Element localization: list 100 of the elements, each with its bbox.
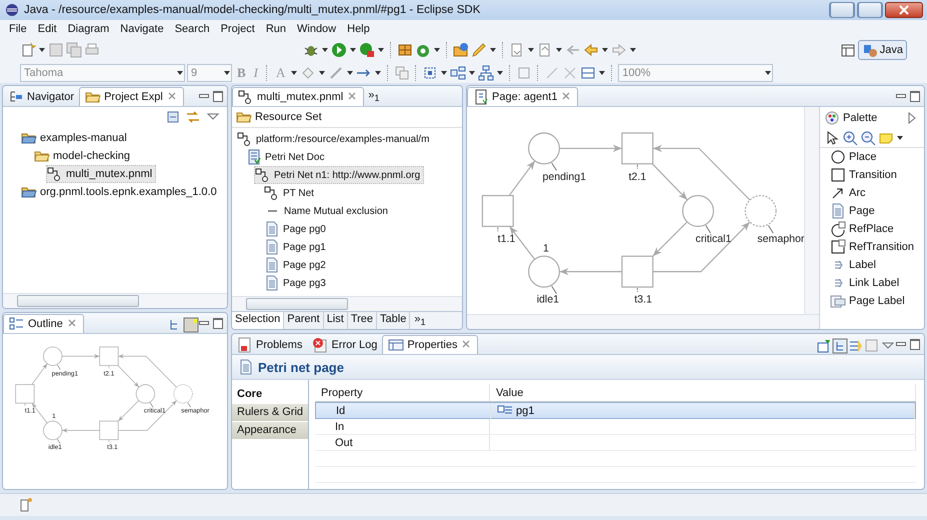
minimize-icon[interactable] — [896, 94, 906, 98]
view-tab[interactable]: Properties — [382, 335, 478, 354]
open-perspective-icon[interactable] — [840, 42, 856, 58]
tree-item[interactable]: PT Net — [263, 184, 318, 202]
palette-tool[interactable]: Transition — [820, 166, 924, 184]
column-header[interactable]: Value — [490, 384, 916, 401]
editor-tab[interactable]: multi_mutex.pnml — [232, 87, 364, 106]
view-tab[interactable]: Error Log — [307, 336, 382, 354]
maximize-icon[interactable] — [910, 90, 920, 102]
close-button[interactable] — [885, 2, 923, 18]
scrollbar[interactable] — [804, 107, 819, 314]
table-row[interactable]: Out — [315, 435, 916, 451]
palette-tool[interactable]: Arc — [820, 184, 924, 202]
page-tab[interactable]: Selection — [232, 312, 284, 329]
transition-node — [621, 132, 654, 164]
menu-item[interactable]: File — [4, 22, 32, 36]
minimize-button[interactable] — [829, 2, 855, 18]
view-tab[interactable]: Problems — [232, 336, 308, 354]
menu-item[interactable]: Run — [260, 22, 291, 36]
fill-color-icon[interactable] — [300, 64, 316, 80]
select-all-icon[interactable] — [422, 64, 438, 80]
page-icon — [264, 257, 280, 273]
filter-icon[interactable] — [848, 338, 864, 354]
fast-view-icon[interactable] — [18, 497, 34, 513]
menu-item[interactable]: Diagram — [62, 22, 114, 36]
java-perspective-button[interactable]: Java — [858, 40, 907, 60]
dash-icon — [268, 210, 277, 212]
palette-tool[interactable]: RefPlace — [820, 220, 924, 238]
section-tab[interactable]: Appearance — [232, 422, 308, 440]
menu-item[interactable]: Search — [170, 22, 215, 36]
tree-item[interactable]: Petri Net n1: http://www.pnml.org — [254, 166, 424, 184]
zoom-in-icon[interactable] — [842, 130, 858, 146]
tree-item[interactable]: multi_mutex.pnml — [46, 165, 156, 183]
menu-item[interactable]: Project — [216, 22, 260, 36]
more-tabs-link[interactable]: »$_{1}$ — [410, 313, 430, 328]
view-tab[interactable]: Outline — [3, 314, 84, 333]
page-tab[interactable]: Table — [377, 312, 410, 329]
palette-tool[interactable]: Page Label — [820, 292, 924, 310]
palette-tool[interactable]: Link Label — [820, 274, 924, 292]
tree-item[interactable]: Name Mutual exclusion — [263, 202, 392, 220]
maximize-icon[interactable] — [213, 318, 223, 328]
open-type-icon[interactable] — [452, 42, 469, 58]
petri-net-diagram[interactable]: pending1 t2.1 t1.1 critical1 semaphor idle1 1 t3.1 — [467, 107, 804, 314]
petri-net-icon — [237, 131, 253, 147]
leader-line — [57, 364, 61, 370]
line-color-icon[interactable] — [328, 64, 344, 80]
menu-item[interactable]: Window — [292, 22, 342, 36]
tree-item[interactable]: Page pg2 — [263, 256, 330, 274]
editor-tab[interactable]: Page: agent1 — [467, 87, 578, 106]
column-header[interactable]: Property — [315, 384, 490, 401]
tree-item[interactable]: Petri Net Doc — [245, 148, 328, 166]
table-row[interactable]: Id pg1 — [315, 402, 916, 419]
scrollbar[interactable] — [3, 293, 227, 308]
run-icon[interactable] — [330, 42, 347, 58]
section-tab[interactable]: Rulers & Grid — [232, 404, 308, 422]
menu-item[interactable]: Navigate — [115, 22, 169, 36]
palette-tool[interactable]: RefTransition — [820, 238, 924, 256]
page-tab[interactable]: List — [324, 312, 348, 329]
menu-item[interactable]: Edit — [32, 22, 62, 36]
palette-tool[interactable]: Place — [820, 148, 924, 166]
tree-item[interactable]: model-checking — [33, 147, 134, 165]
view-tab[interactable]: Navigator — [3, 88, 80, 106]
outline-icon — [9, 316, 25, 332]
tree-item[interactable]: platform:/resource/examples-manual/m — [236, 130, 434, 148]
leader-line — [636, 164, 638, 170]
tree-item[interactable]: Page pg3 — [263, 274, 330, 292]
tree-item[interactable]: org.pnml.tools.epnk.examples_1.0.0 — [20, 183, 221, 201]
minimize-icon[interactable] — [896, 342, 906, 346]
categories-icon[interactable] — [832, 338, 848, 354]
maximize-button[interactable] — [857, 2, 883, 18]
place-node — [136, 384, 156, 404]
tree-item[interactable]: Page pg1 — [263, 238, 330, 256]
align-icon[interactable] — [478, 64, 494, 80]
arc-arrow — [508, 160, 536, 196]
package-icon[interactable] — [396, 42, 413, 58]
pin-icon[interactable] — [816, 338, 832, 354]
overview-icon[interactable] — [183, 317, 199, 333]
collapse-all-icon[interactable] — [165, 109, 181, 125]
scrollbar[interactable] — [467, 314, 819, 329]
tree-item[interactable]: examples-manual — [20, 129, 131, 147]
square-icon — [830, 167, 846, 183]
line-width-icon[interactable] — [580, 64, 596, 80]
tree-item[interactable]: Page pg0 — [263, 220, 330, 238]
arrange-icon[interactable] — [450, 64, 466, 80]
zoom-out-icon[interactable] — [860, 130, 876, 146]
minimize-icon[interactable] — [199, 321, 209, 325]
palette-tool[interactable]: Label — [820, 256, 924, 274]
scrollbar[interactable] — [232, 296, 462, 311]
link-editor-icon[interactable] — [185, 109, 201, 125]
leader-line — [636, 288, 638, 292]
table-row[interactable]: In — [315, 419, 916, 435]
menu-item[interactable]: Help — [342, 22, 375, 36]
maximize-icon[interactable] — [213, 90, 223, 102]
maximize-icon[interactable] — [910, 338, 920, 350]
view-tab[interactable]: Project Expl — [79, 87, 184, 106]
more-tabs-link[interactable]: »$_{1}$ — [364, 88, 384, 104]
minimize-icon[interactable] — [199, 94, 209, 98]
node-label: idle1 — [536, 293, 560, 306]
palette-tool[interactable]: Page — [820, 202, 924, 220]
new-file-icon[interactable] — [20, 42, 36, 58]
